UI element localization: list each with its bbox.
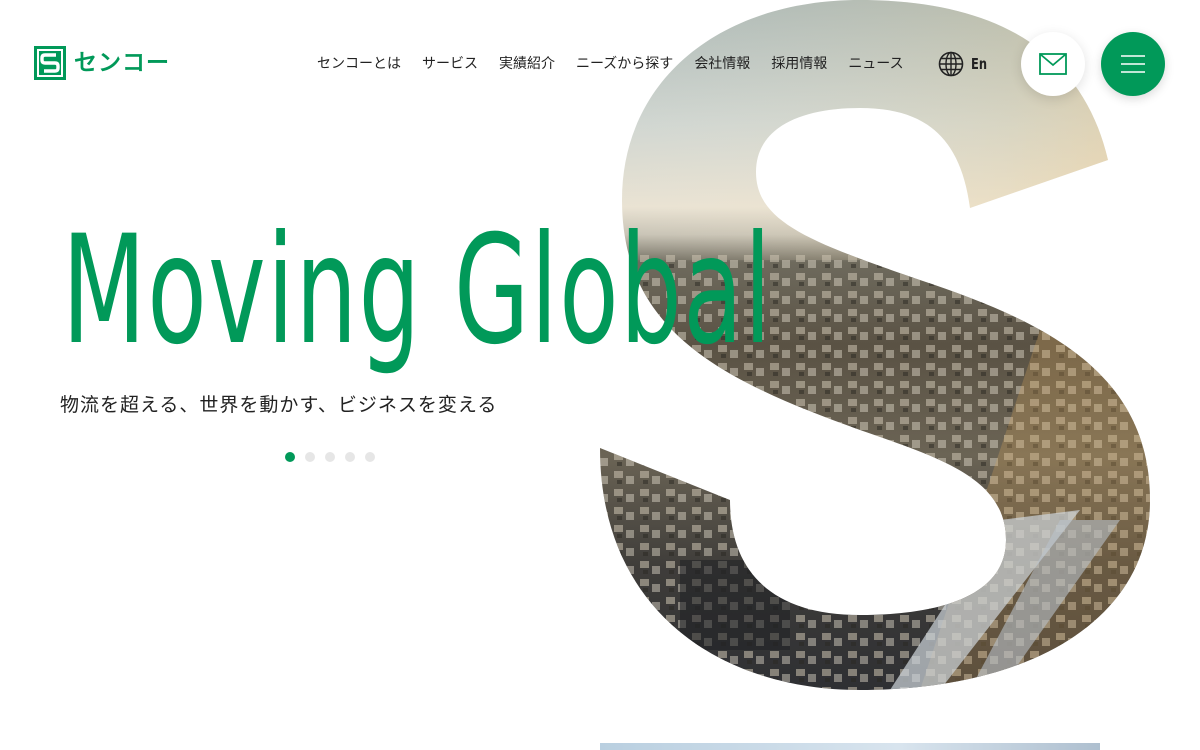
senko-logo-icon: [34, 46, 66, 80]
nav-item-case-studies[interactable]: 実績紹介: [499, 54, 555, 74]
site-header: センコー センコーとは サービス 実績紹介 ニーズから探す 会社情報 採用情報 …: [0, 0, 1200, 128]
slide-dot-1[interactable]: [285, 452, 295, 462]
language-label: En: [971, 55, 988, 73]
nav-item-company[interactable]: 会社情報: [694, 54, 750, 74]
slide-dot-3[interactable]: [325, 452, 335, 462]
nav-item-find-by-needs[interactable]: ニーズから探す: [576, 54, 673, 74]
next-section-image-edge: [600, 743, 1100, 750]
hamburger-menu-icon: [1121, 55, 1145, 73]
main-nav: センコーとは サービス 実績紹介 ニーズから探す 会社情報 採用情報 ニュース: [317, 54, 904, 74]
language-switch[interactable]: En: [938, 51, 990, 77]
slide-pagination: [285, 452, 375, 462]
hamburger-menu-button[interactable]: [1101, 32, 1165, 96]
nav-item-about[interactable]: センコーとは: [317, 54, 401, 74]
nav-item-services[interactable]: サービス: [422, 54, 478, 74]
slide-dot-4[interactable]: [345, 452, 355, 462]
logo-wordmark: センコー: [74, 50, 170, 76]
hero-subtitle: 物流を超える、世界を動かす、ビジネスを変える: [60, 394, 498, 416]
slide-dot-5[interactable]: [365, 452, 375, 462]
globe-icon: [938, 51, 964, 77]
mail-icon: [1039, 53, 1067, 75]
nav-item-news[interactable]: ニュース: [848, 54, 903, 74]
site-logo[interactable]: センコー: [34, 46, 170, 80]
nav-item-recruit[interactable]: 採用情報: [771, 54, 827, 74]
hero-title: Moving Global: [62, 204, 773, 378]
slide-dot-2[interactable]: [305, 452, 315, 462]
contact-mail-button[interactable]: [1021, 32, 1085, 96]
